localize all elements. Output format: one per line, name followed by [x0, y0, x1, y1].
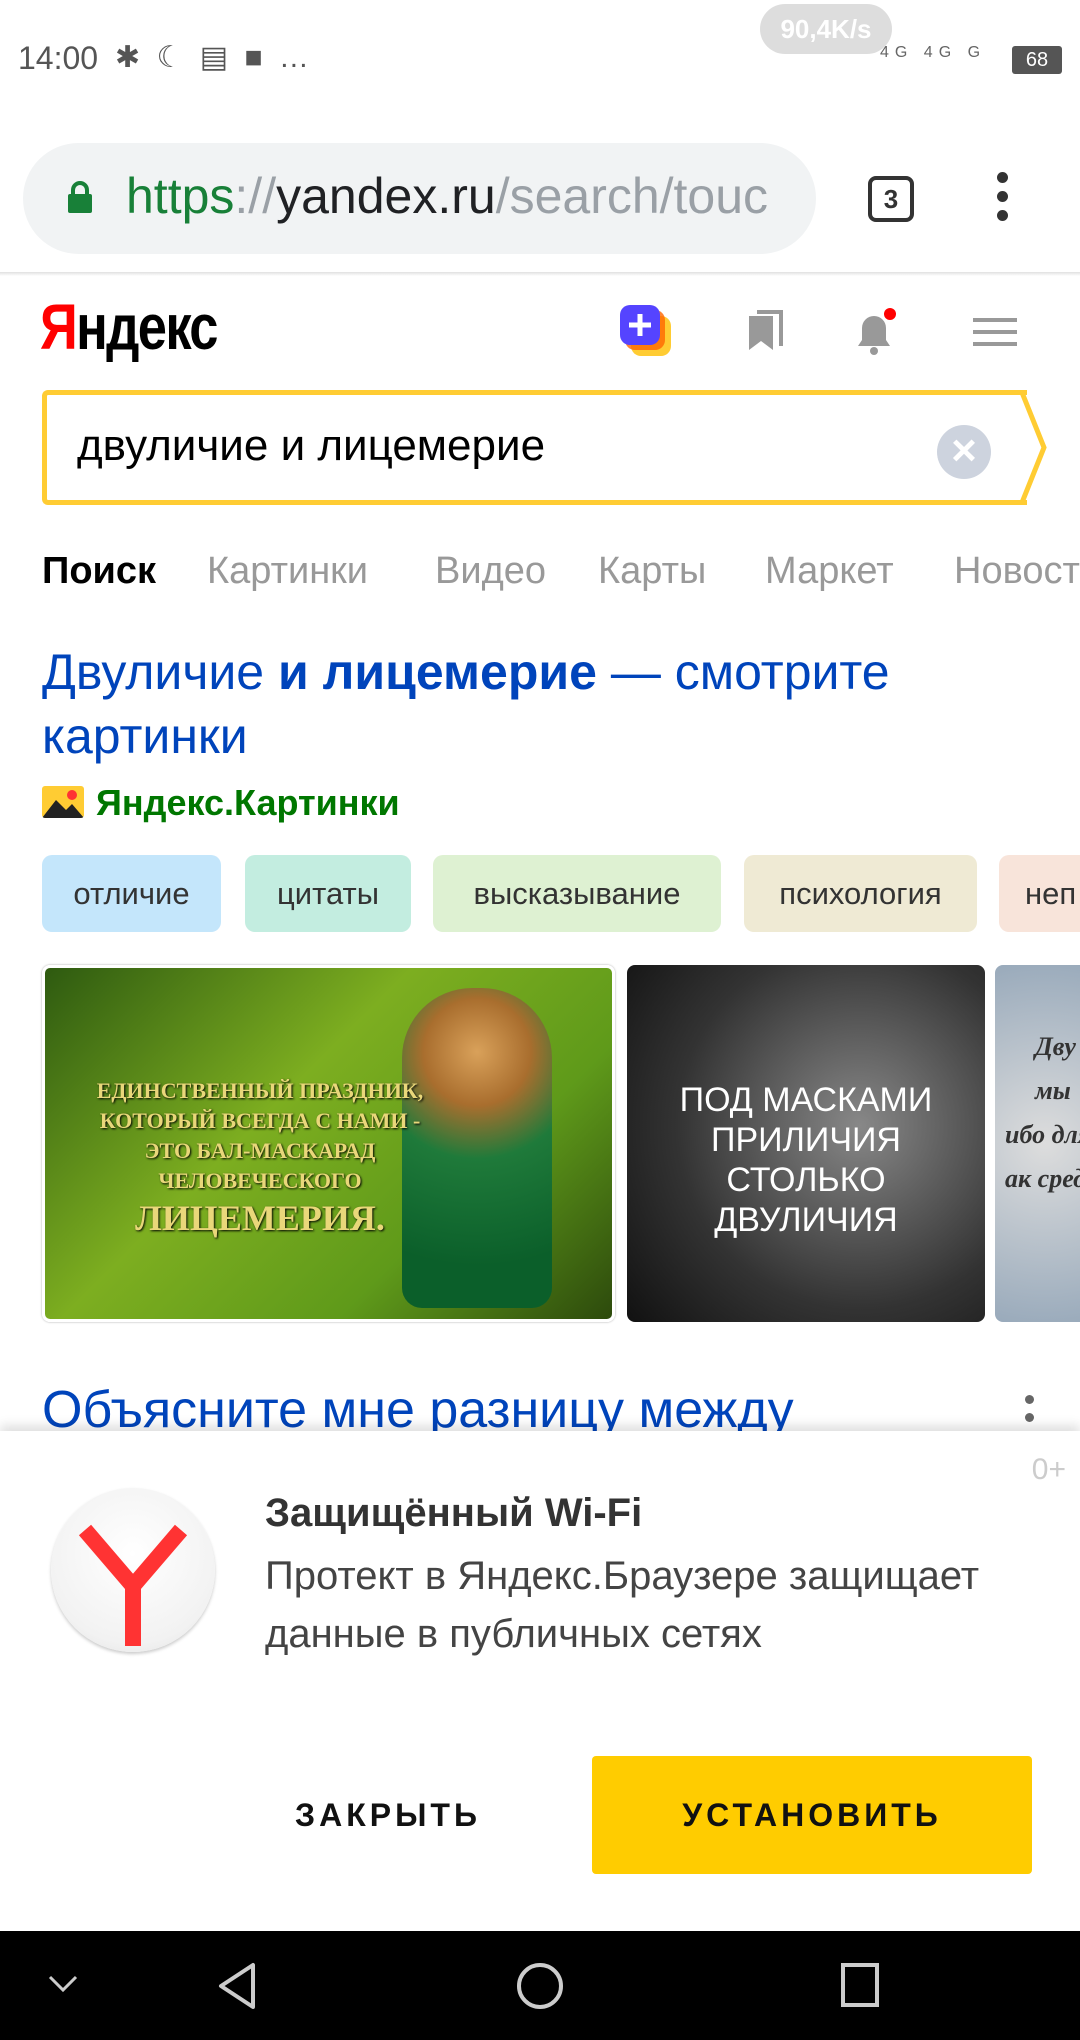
chip-psihologiya[interactable]: психология — [744, 855, 977, 932]
recents-icon[interactable] — [840, 1962, 880, 2010]
hamburger-menu-icon[interactable] — [965, 302, 1025, 362]
home-icon[interactable] — [515, 1961, 565, 2011]
browser-promo-sheet: 0+ Защищённый Wi-Fi Протект в Яндекс.Бра… — [0, 1431, 1080, 1931]
caption-line: ЛИЦЕМЕРИЯ. — [135, 1198, 385, 1238]
lock-icon — [68, 181, 92, 213]
image-caption: ПОД МАСКАМИ ПРИЛИЧИЯ СТОЛЬКО ДВУЛИЧИЯ — [627, 1080, 985, 1240]
url-scheme: https — [126, 168, 235, 224]
result-source-link[interactable]: Яндекс.Картинки — [42, 782, 400, 824]
url-text[interactable]: https://yandex.ru/search/touc — [126, 167, 768, 225]
caption-line: КОТОРЫЙ ВСЕГДА С НАМИ - — [99, 1108, 421, 1133]
browser-menu-button[interactable] — [990, 172, 1014, 228]
title-highlight: и лицемерие — [278, 644, 597, 700]
notification-icons: ✱ ☾ ▤ ■ … — [115, 41, 313, 74]
source-label: Яндекс.Картинки — [96, 782, 400, 823]
caption-line: Дву — [1035, 1032, 1076, 1061]
back-icon[interactable] — [215, 1961, 259, 2011]
caption-line: ЭТО БАЛ-МАСКАРАД — [144, 1138, 376, 1163]
clock: 14:00 — [18, 40, 99, 76]
url-path: /search/touc — [495, 168, 769, 224]
install-button[interactable]: УСТАНОВИТЬ — [592, 1756, 1032, 1874]
age-rating: 0+ — [1031, 1453, 1066, 1486]
yandex-browser-logo — [51, 1488, 215, 1652]
caption-line: ПОД МАСКАМИ — [679, 1081, 933, 1119]
notifications-icon[interactable] — [844, 302, 904, 362]
tab-news[interactable]: Новости — [954, 550, 1080, 593]
tab-video[interactable]: Видео — [435, 550, 546, 593]
tab-images[interactable]: Картинки — [207, 550, 368, 593]
caption-line: ЧЕЛОВЕЧЕСКОГО — [158, 1168, 362, 1193]
caption-line: мы — [1035, 1076, 1071, 1105]
logo-rest: ндекс — [76, 291, 218, 363]
caption-line: ПРИЛИЧИЯ — [711, 1121, 901, 1159]
divider — [0, 272, 1080, 276]
caption-line: ак сред — [1005, 1164, 1080, 1193]
close-button[interactable]: ЗАКРЫТЬ — [230, 1756, 546, 1874]
search-input[interactable]: двуличие и лицемерие — [77, 421, 545, 471]
battery-icon: 68 — [1012, 46, 1062, 74]
url-sep: :// — [234, 168, 277, 224]
bookmarks-icon[interactable] — [735, 302, 795, 362]
image-thumbnail[interactable]: Дву мы ибо для ак сред — [995, 965, 1080, 1322]
caption-line: ибо для — [1005, 1120, 1080, 1149]
logo-letter: Я — [40, 291, 78, 363]
image-thumbnail[interactable]: ПОД МАСКАМИ ПРИЛИЧИЯ СТОЛЬКО ДВУЛИЧИЯ — [627, 965, 985, 1322]
result-title-link[interactable]: Двуличие и лицемерие — смотрите картинки — [42, 640, 1002, 768]
image-caption: Дву мы ибо для ак сред — [1005, 1025, 1080, 1201]
search-submit-arrow[interactable] — [1000, 390, 1060, 505]
signal-icon: 4G 4G G — [880, 44, 987, 61]
chip-vyskazyvanie[interactable]: высказывание — [433, 855, 721, 932]
image-thumbnail[interactable]: ЕДИНСТВЕННЫЙ ПРАЗДНИК, КОТОРЫЙ ВСЕГДА С … — [42, 965, 615, 1322]
search-box[interactable]: двуличие и лицемерие × — [42, 390, 1027, 505]
add-service-icon[interactable] — [617, 302, 677, 362]
tab-maps[interactable]: Карты — [598, 550, 706, 593]
tab-market[interactable]: Маркет — [765, 550, 894, 593]
promo-title: Защищённый Wi-Fi — [265, 1491, 643, 1535]
network-speed: 90,4K/s — [760, 4, 892, 54]
caption-line: ЕДИНСТВЕННЫЙ ПРАЗДНИК, — [96, 1078, 424, 1103]
clear-search-icon[interactable]: × — [937, 425, 991, 479]
chip-more[interactable]: неп — [999, 855, 1080, 932]
caption-line: ДВУЛИЧИЯ — [714, 1201, 898, 1239]
chip-citaty[interactable]: цитаты — [245, 855, 411, 932]
chip-otlichie[interactable]: отличие — [42, 855, 221, 932]
tab-search[interactable]: Поиск — [42, 550, 156, 593]
caption-line: СТОЛЬКО — [726, 1161, 886, 1199]
status-bar: 14:00 ✱ ☾ ▤ ■ … 90,4K/s 4G 4G G 68 — [0, 0, 1080, 100]
image-caption: ЕДИНСТВЕННЫЙ ПРАЗДНИК, КОТОРЫЙ ВСЕГДА С … — [75, 1076, 445, 1240]
yandex-logo[interactable]: Яндекс — [40, 290, 218, 364]
chevron-down-icon[interactable] — [46, 1971, 80, 1995]
tab-switcher-button[interactable]: 3 — [868, 176, 914, 222]
promo-body: Протект в Яндекс.Браузере защищает данны… — [265, 1554, 980, 1656]
address-bar[interactable]: https://yandex.ru/search/touc — [23, 143, 816, 254]
system-nav-bar — [0, 1931, 1080, 2040]
url-host: yandex.ru — [276, 168, 496, 224]
title-part: Двуличие — [42, 644, 279, 700]
